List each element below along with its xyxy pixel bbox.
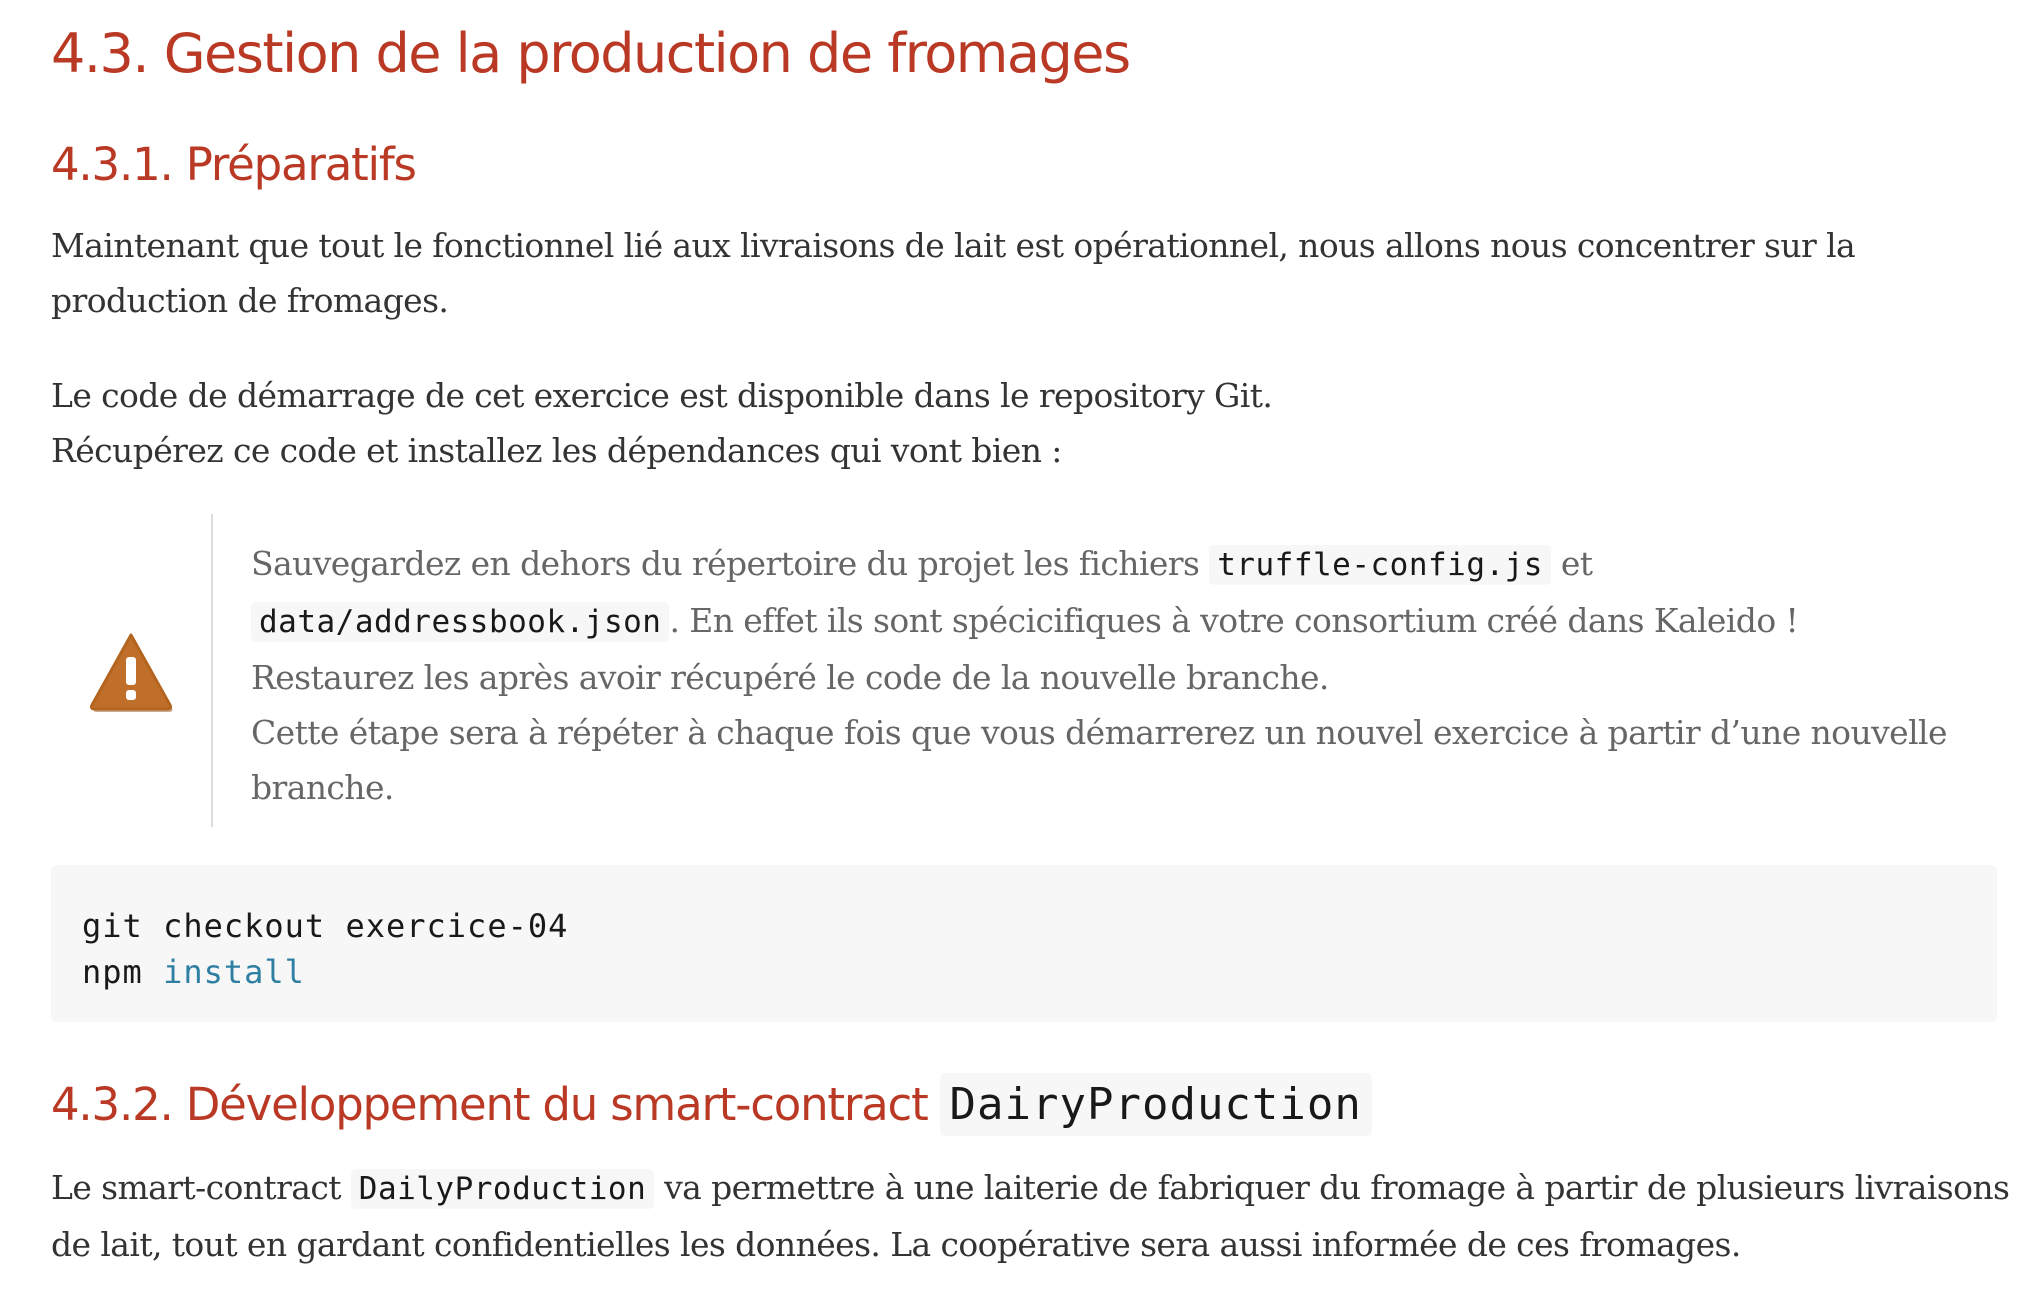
paragraph-line: production de fromages. [51, 281, 449, 320]
intro-paragraph: Maintenant que tout le fonctionnel lié a… [51, 218, 2011, 328]
warning-line: Restaurez les après avoir récupéré le co… [251, 658, 1329, 697]
inline-code-truffle-config: truffle-config.js [1209, 545, 1551, 585]
subsection-title-preparatifs: 4.3.1. Préparatifs [51, 138, 417, 191]
code-command: npm [82, 953, 164, 991]
document-page: 4.3. Gestion de la production de fromage… [0, 0, 2034, 1292]
subsection-title-developpement: 4.3.2. Développement du smart-contract D… [51, 1072, 1372, 1136]
inline-code-addressbook: data/addressbook.json [251, 602, 670, 642]
warning-admonition: Sauvegardez en dehors du répertoire du p… [51, 514, 2011, 827]
inline-code-dailyproduction: DailyProduction [350, 1169, 655, 1209]
heading-code-dairyproduction: DairyProduction [939, 1072, 1372, 1136]
code-block: git checkout exercice-04 npm install [82, 903, 568, 995]
code-line: git checkout exercice-04 [82, 907, 569, 945]
paragraph-line: Le code de démarrage de cet exercice est… [51, 376, 1273, 415]
admonition-divider [211, 514, 213, 827]
paragraph-text: va permettre à une laiterie de fabriquer… [654, 1168, 2010, 1207]
warning-triangle-icon [89, 633, 173, 712]
code-instructions-paragraph: Le code de démarrage de cet exercice est… [51, 368, 2011, 478]
warning-line: Sauvegardez en dehors du répertoire du p… [251, 536, 1991, 593]
code-keyword: install [163, 953, 305, 991]
warning-text: . En effet ils sont spécicifiques à votr… [669, 601, 1799, 640]
code-listing: git checkout exercice-04 npm install [51, 865, 1997, 1022]
daily-production-paragraph: Le smart-contract DailyProduction va per… [51, 1160, 2011, 1272]
warning-text: Sauvegardez en dehors du répertoire du p… [251, 544, 1210, 583]
paragraph-text: Le smart-contract [51, 1168, 351, 1207]
code-line: npm install [82, 953, 305, 991]
warning-line: branche. [251, 768, 394, 807]
paragraph-line: Le smart-contract DailyProduction va per… [51, 1160, 2011, 1217]
warning-content: Sauvegardez en dehors du répertoire du p… [251, 536, 1991, 815]
paragraph-line: Récupérez ce code et installez les dépen… [51, 431, 1062, 470]
subsection-title-text: 4.3.2. Développement du smart-contract [51, 1077, 929, 1131]
section-title: 4.3. Gestion de la production de fromage… [51, 22, 1131, 85]
warning-line: Cette étape sera à répéter à chaque fois… [251, 713, 1948, 752]
paragraph-line: Maintenant que tout le fonctionnel lié a… [51, 226, 1856, 265]
paragraph-line: de lait, tout en gardant confidentielles… [51, 1225, 1741, 1264]
warning-text: et [1550, 544, 1593, 583]
warning-line: data/addressbook.json. En effet ils sont… [251, 593, 1991, 650]
warning-icon-cell [51, 514, 211, 827]
